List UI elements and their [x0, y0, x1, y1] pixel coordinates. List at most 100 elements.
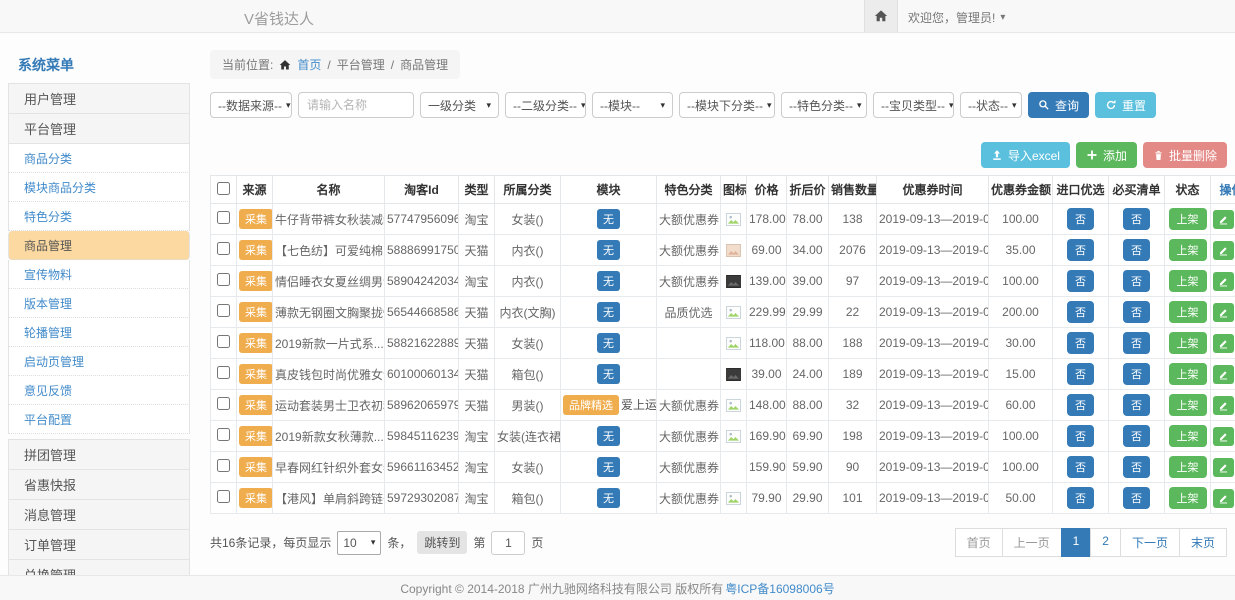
- sidebar-item[interactable]: 模块商品分类: [8, 173, 190, 202]
- chevron-down-icon: ▾: [1012, 100, 1017, 111]
- filter-level1-category-select[interactable]: 一级分类▾: [420, 92, 499, 118]
- add-button[interactable]: 添加: [1076, 142, 1137, 168]
- per-page-select[interactable]: 10 ▾: [337, 531, 381, 555]
- must-buy-toggle[interactable]: 否: [1123, 270, 1150, 292]
- batch-delete-button[interactable]: 批量删除: [1143, 142, 1227, 168]
- filter-module-select[interactable]: --模块--▾: [592, 92, 673, 118]
- must-buy-toggle[interactable]: 否: [1123, 425, 1150, 447]
- row-checkbox[interactable]: [217, 273, 230, 286]
- import-select-toggle[interactable]: 否: [1067, 363, 1094, 385]
- must-buy-toggle[interactable]: 否: [1123, 239, 1150, 261]
- filter-name-search-input[interactable]: [298, 92, 414, 118]
- row-checkbox[interactable]: [217, 304, 230, 317]
- import-excel-button[interactable]: 导入excel: [981, 142, 1070, 168]
- import-select-toggle[interactable]: 否: [1067, 270, 1094, 292]
- must-buy-toggle[interactable]: 否: [1123, 487, 1150, 509]
- breadcrumb-home-link[interactable]: 首页: [297, 56, 321, 73]
- edit-button[interactable]: [1213, 427, 1234, 446]
- search-button[interactable]: 查询: [1028, 92, 1089, 118]
- status-button[interactable]: 上架: [1169, 363, 1207, 385]
- sidebar-item[interactable]: 省惠快报: [8, 469, 190, 500]
- sidebar-item[interactable]: 启动页管理: [8, 347, 190, 376]
- must-buy-cell: 否: [1109, 266, 1165, 297]
- status-button[interactable]: 上架: [1169, 425, 1207, 447]
- filter-feature-category-select[interactable]: --特色分类--▾: [781, 92, 867, 118]
- row-checkbox[interactable]: [217, 211, 230, 224]
- sidebar-item[interactable]: 订单管理: [8, 529, 190, 560]
- import-select-toggle[interactable]: 否: [1067, 239, 1094, 261]
- row-checkbox[interactable]: [217, 397, 230, 410]
- sidebar-item[interactable]: 意见反馈: [8, 376, 190, 405]
- edit-button[interactable]: [1213, 272, 1234, 291]
- status-button[interactable]: 上架: [1169, 456, 1207, 478]
- edit-button[interactable]: [1213, 458, 1234, 477]
- edit-button[interactable]: [1213, 303, 1234, 322]
- sidebar-item[interactable]: 消息管理: [8, 499, 190, 530]
- sidebar-item[interactable]: 平台配置: [8, 405, 190, 434]
- status-button[interactable]: 上架: [1169, 332, 1207, 354]
- page-button-2[interactable]: 2: [1090, 528, 1121, 557]
- filter-data-source-select[interactable]: --数据来源--▾: [210, 92, 292, 118]
- import-select-toggle[interactable]: 否: [1067, 301, 1094, 323]
- page-button-1[interactable]: 1: [1061, 528, 1092, 557]
- sidebar-item[interactable]: 版本管理: [8, 289, 190, 318]
- sidebar-item[interactable]: 平台管理: [8, 113, 190, 144]
- row-checkbox[interactable]: [217, 366, 230, 379]
- col-header-price: 价格: [747, 176, 787, 204]
- row-checkbox[interactable]: [217, 335, 230, 348]
- row-checkbox[interactable]: [217, 242, 230, 255]
- row-checkbox[interactable]: [217, 428, 230, 441]
- must-buy-toggle[interactable]: 否: [1123, 456, 1150, 478]
- must-buy-toggle[interactable]: 否: [1123, 394, 1150, 416]
- import-select-toggle[interactable]: 否: [1067, 208, 1094, 230]
- import-select-toggle[interactable]: 否: [1067, 332, 1094, 354]
- sidebar-item[interactable]: 商品分类: [8, 144, 190, 173]
- status-button[interactable]: 上架: [1169, 208, 1207, 230]
- sidebar-item[interactable]: 特色分类: [8, 202, 190, 231]
- page-button-末页[interactable]: 末页: [1179, 528, 1227, 557]
- status-button[interactable]: 上架: [1169, 394, 1207, 416]
- filter-level2-category-select[interactable]: --二级分类--▾: [505, 92, 586, 118]
- edit-button[interactable]: [1213, 241, 1234, 260]
- jump-button[interactable]: 跳转到: [417, 531, 467, 554]
- edit-button[interactable]: [1213, 334, 1234, 353]
- edit-button[interactable]: [1213, 489, 1234, 508]
- import-select-toggle[interactable]: 否: [1067, 394, 1094, 416]
- page-button-首页[interactable]: 首页: [955, 528, 1003, 557]
- row-select-cell: [211, 235, 237, 266]
- user-menu[interactable]: 欢迎您，管理员! ▾: [908, 9, 1005, 26]
- reset-button[interactable]: 重置: [1095, 92, 1156, 118]
- status-button[interactable]: 上架: [1169, 301, 1207, 323]
- icp-link[interactable]: 粤ICP备16098006号: [725, 580, 834, 597]
- import-select-toggle[interactable]: 否: [1067, 425, 1094, 447]
- status-button[interactable]: 上架: [1169, 487, 1207, 509]
- must-buy-toggle[interactable]: 否: [1123, 301, 1150, 323]
- edit-button[interactable]: [1213, 210, 1234, 229]
- select-label: --状态--: [968, 97, 1008, 114]
- row-checkbox[interactable]: [217, 459, 230, 472]
- sidebar-item[interactable]: 用户管理: [8, 83, 190, 114]
- source-badge: 采集: [239, 302, 273, 322]
- status-button[interactable]: 上架: [1169, 270, 1207, 292]
- select-all-checkbox[interactable]: [217, 182, 230, 195]
- import-select-toggle[interactable]: 否: [1067, 487, 1094, 509]
- edit-button[interactable]: [1213, 365, 1234, 384]
- row-checkbox[interactable]: [217, 490, 230, 503]
- sidebar-item[interactable]: 拼团管理: [8, 439, 190, 470]
- sidebar-item[interactable]: 宣传物料: [8, 260, 190, 289]
- filter-status-select[interactable]: --状态-- ▾: [960, 92, 1022, 118]
- page-button-下一页[interactable]: 下一页: [1120, 528, 1180, 557]
- status-button[interactable]: 上架: [1169, 239, 1207, 261]
- sidebar-item[interactable]: 商品管理: [8, 231, 190, 260]
- must-buy-toggle[interactable]: 否: [1123, 363, 1150, 385]
- jump-page-input[interactable]: [491, 531, 525, 555]
- page-button-上一页[interactable]: 上一页: [1002, 528, 1062, 557]
- import-select-toggle[interactable]: 否: [1067, 456, 1094, 478]
- sidebar-item[interactable]: 轮播管理: [8, 318, 190, 347]
- filter-module-sub-category-select[interactable]: --模块下分类--▾: [679, 92, 775, 118]
- home-button[interactable]: [864, 0, 898, 32]
- must-buy-toggle[interactable]: 否: [1123, 208, 1150, 230]
- edit-button[interactable]: [1213, 396, 1234, 415]
- must-buy-toggle[interactable]: 否: [1123, 332, 1150, 354]
- filter-item-type-select[interactable]: --宝贝类型--▾: [873, 92, 954, 118]
